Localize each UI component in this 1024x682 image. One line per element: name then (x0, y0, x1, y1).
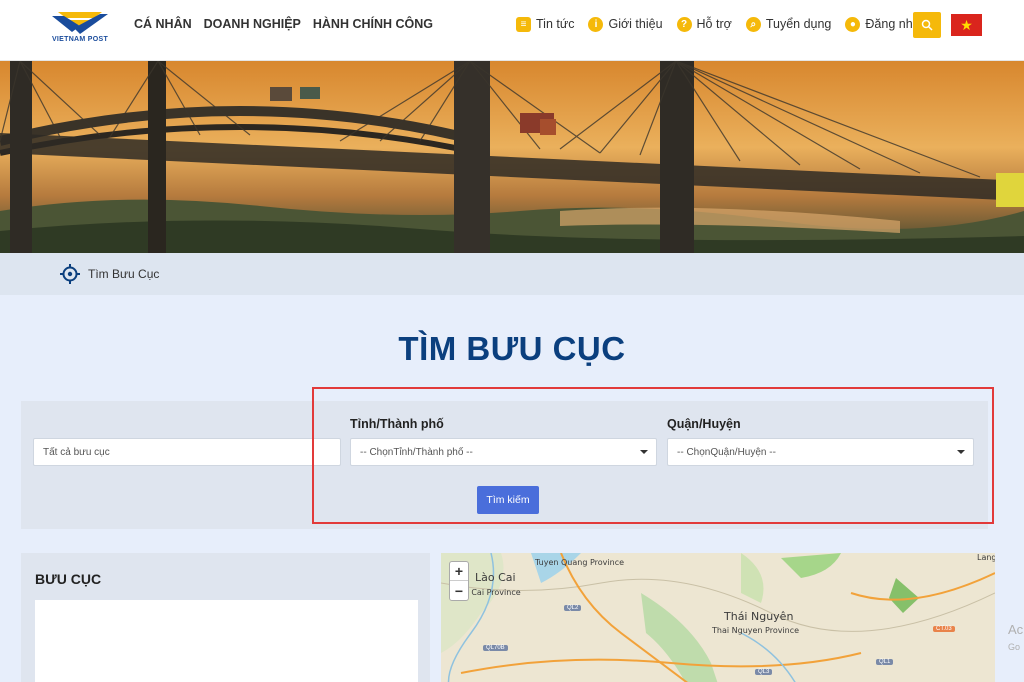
vietnam-flag-icon[interactable]: ★ (951, 14, 982, 36)
link-news-label: Tin tức (536, 17, 575, 31)
nav-item-business[interactable]: DOANH NGHIỆP (204, 17, 301, 31)
header-search-button[interactable] (913, 12, 941, 38)
link-about[interactable]: i Giới thiệu (588, 14, 663, 34)
info-icon: i (588, 16, 604, 32)
road-tag-ql3: QL3 (755, 669, 773, 675)
post-office-keyword-input[interactable]: Tất cả bưu cục (33, 438, 341, 466)
map[interactable]: Lào Cai ào Cai Province Tuyen Quang Prov… (441, 553, 995, 682)
page: VIETNAM POST CÁ NHÂN DOANH NGHIỆP HÀNH C… (0, 0, 1024, 682)
recruit-search-icon: ⌕ (745, 16, 761, 32)
watermark-line-1: Ac (1008, 622, 1024, 637)
nav-item-public-admin[interactable]: HÀNH CHÍNH CÔNG (313, 17, 433, 31)
link-support-label: Hỗ trợ (696, 17, 732, 31)
bridge-illustration (0, 61, 1024, 253)
link-news[interactable]: ≡ Tin tức (516, 14, 574, 34)
map-label-lao-cai: Lào Cai (475, 571, 516, 584)
link-recruitment[interactable]: ⌕ Tuyển dụng (745, 14, 832, 34)
map-tiles (441, 553, 995, 682)
highlight-box (312, 387, 994, 524)
link-recruitment-label: Tuyển dụng (765, 17, 832, 31)
map-zoom-control: + − (449, 561, 469, 601)
hero-banner (0, 61, 1024, 253)
post-office-list[interactable] (35, 600, 418, 682)
top-links: ≡ Tin tức i Giới thiệu ? Hỗ trợ ⌕ Tuyển … (516, 14, 941, 34)
map-label-tuyen-quang-province: Tuyen Quang Province (535, 558, 625, 567)
vietnam-post-logo[interactable]: VIETNAM POST (44, 8, 116, 48)
zoom-out-button[interactable]: − (450, 581, 468, 600)
main-nav: CÁ NHÂN DOANH NGHIỆP HÀNH CHÍNH CÔNG (134, 17, 433, 31)
map-label-thai-nguyen-province: Thai Nguyen Province (712, 626, 800, 635)
post-office-keyword-placeholder: Tất cả bưu cục (43, 446, 110, 458)
link-about-label: Giới thiệu (608, 17, 663, 31)
breadcrumb-label[interactable]: Tìm Bưu Cục (88, 267, 159, 281)
road-tag-ql70b: QL70B (483, 645, 508, 651)
page-title: TÌM BƯU CỤC (398, 330, 626, 367)
breadcrumb: Tìm Bưu Cục (0, 253, 1024, 295)
list-title: BƯU CỤC (35, 571, 102, 587)
zoom-in-button[interactable]: + (450, 562, 468, 581)
map-label-lang: Lang (977, 553, 995, 562)
link-support[interactable]: ? Hỗ trợ (676, 14, 732, 34)
news-icon: ≡ (516, 16, 531, 32)
post-office-list-panel: BƯU CỤC (21, 553, 430, 682)
watermark-line-2: Go (1008, 642, 1021, 652)
logo-mark-icon (52, 12, 108, 34)
road-tag-ql1: QL1 (876, 659, 894, 665)
logo-text: VIETNAM POST (51, 36, 109, 43)
user-icon: ● (845, 16, 861, 32)
road-tag-ql2: QL2 (564, 605, 582, 611)
nav-item-personal[interactable]: CÁ NHÂN (134, 17, 192, 31)
map-label-thai-nguyen: Thái Nguyên (724, 610, 794, 623)
crosshair-icon (60, 264, 80, 284)
help-icon: ? (676, 16, 692, 32)
search-icon (921, 19, 933, 31)
header: VIETNAM POST CÁ NHÂN DOANH NGHIỆP HÀNH C… (0, 0, 1024, 61)
road-tag-ct03: CT.03 (933, 626, 955, 632)
